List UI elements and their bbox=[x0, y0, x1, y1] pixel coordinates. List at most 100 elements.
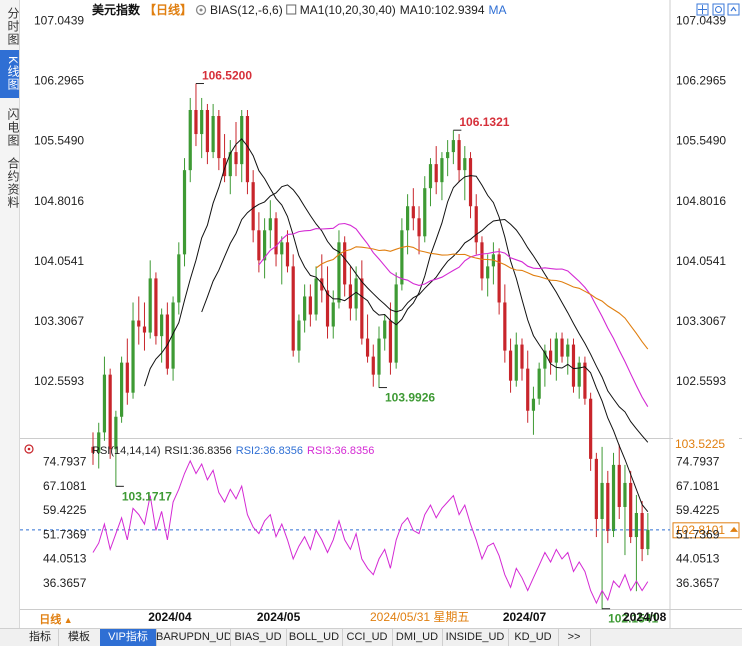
y-tick-left: 106.2965 bbox=[34, 74, 84, 88]
rsi-y-tick-right: 36.3657 bbox=[676, 576, 720, 590]
rsi2-value: RSI2:36.8356 bbox=[236, 445, 303, 457]
candle bbox=[285, 230, 290, 273]
x-tick: 2024/04 bbox=[148, 610, 192, 624]
candle bbox=[234, 122, 238, 177]
y-tick-right: 104.0541 bbox=[676, 254, 726, 268]
candle bbox=[142, 302, 147, 351]
candle bbox=[165, 302, 169, 375]
candle bbox=[194, 83, 198, 147]
candle bbox=[217, 109, 221, 171]
candle bbox=[308, 284, 312, 327]
candle bbox=[457, 134, 461, 183]
candle bbox=[503, 284, 507, 363]
candle bbox=[514, 332, 518, 387]
ma10-value: MA10:102.9394 bbox=[400, 3, 485, 17]
y-tick-right: 106.2965 bbox=[676, 74, 726, 88]
candle bbox=[606, 470, 610, 544]
extreme-annotation: 103.9926 bbox=[385, 391, 435, 405]
rsi-y-tick-left: 59.4225 bbox=[43, 503, 87, 517]
candle bbox=[211, 103, 215, 159]
candle bbox=[497, 248, 501, 315]
candle bbox=[440, 152, 444, 201]
candle bbox=[222, 134, 227, 183]
candle bbox=[594, 452, 598, 538]
candle bbox=[371, 344, 375, 387]
bias-indicator: BIAS(12,-6,6) bbox=[210, 3, 283, 17]
candle bbox=[182, 158, 187, 267]
rsi-y-tick-right: 51.7369 bbox=[676, 527, 720, 541]
candle bbox=[280, 236, 284, 285]
candle bbox=[102, 356, 107, 441]
ma-tag: MA bbox=[489, 3, 507, 17]
candle bbox=[171, 296, 175, 381]
candle bbox=[343, 236, 347, 297]
triangle-up-icon: ▲ bbox=[61, 615, 73, 625]
candle bbox=[303, 284, 307, 333]
candle bbox=[428, 158, 433, 207]
candle bbox=[263, 218, 267, 279]
candle bbox=[508, 338, 513, 393]
crosshair-date-label: 2024/05/31 星期五 bbox=[370, 610, 469, 624]
rsi-settings-icon[interactable] bbox=[24, 444, 34, 454]
y-tick-right: 105.5490 bbox=[676, 134, 726, 148]
candle bbox=[571, 338, 576, 393]
ma30-line bbox=[258, 222, 649, 407]
candle bbox=[245, 109, 250, 195]
candle bbox=[640, 500, 644, 562]
candle bbox=[560, 332, 564, 363]
chart-area: 102.8101103.5225 106.5200106.1321103.992… bbox=[20, 0, 742, 628]
collapse-icon[interactable] bbox=[727, 3, 740, 16]
candle bbox=[137, 296, 141, 345]
y-tick-right: 107.0439 bbox=[676, 14, 726, 28]
extreme-annotation: 106.1321 bbox=[459, 115, 509, 129]
candle bbox=[154, 272, 158, 345]
period-label[interactable]: 【日线】 bbox=[144, 2, 192, 17]
rsi-line bbox=[92, 459, 649, 605]
candle bbox=[531, 386, 536, 435]
candle bbox=[131, 302, 135, 399]
candle bbox=[463, 146, 467, 201]
candle bbox=[600, 446, 604, 610]
x-tick: 2024/07 bbox=[503, 610, 547, 624]
candle bbox=[200, 97, 204, 159]
period-button[interactable]: 日线 ▲ bbox=[22, 612, 90, 629]
candle bbox=[411, 188, 415, 231]
grid-icon[interactable] bbox=[696, 3, 709, 16]
candle bbox=[228, 140, 232, 195]
candle bbox=[446, 140, 450, 177]
candle bbox=[274, 212, 278, 267]
rsi-y-tick-right: 67.1081 bbox=[676, 479, 720, 493]
gear-icon[interactable] bbox=[712, 3, 725, 16]
candle bbox=[486, 254, 490, 297]
candle bbox=[314, 266, 318, 321]
candle bbox=[177, 242, 181, 315]
chart-title: 美元指数 bbox=[92, 2, 141, 17]
rsi-y-tick-left: 51.7369 bbox=[43, 527, 87, 541]
last-marker-label: 103.5225 bbox=[675, 437, 725, 451]
candle bbox=[360, 260, 364, 345]
candle bbox=[251, 170, 255, 243]
candle bbox=[348, 266, 352, 321]
candle bbox=[297, 314, 301, 363]
candle bbox=[188, 97, 192, 183]
extreme-annotation: 103.1717 bbox=[122, 489, 172, 503]
candle bbox=[583, 356, 587, 405]
y-tick-right: 104.8016 bbox=[676, 194, 726, 208]
y-tick-left: 104.8016 bbox=[34, 194, 84, 208]
settings-gear-icon[interactable] bbox=[195, 4, 207, 16]
candle bbox=[480, 236, 484, 291]
candle bbox=[549, 338, 553, 375]
candle bbox=[491, 242, 495, 285]
y-tick-right: 103.3067 bbox=[676, 314, 726, 328]
window-icon[interactable] bbox=[286, 4, 297, 15]
candle bbox=[240, 109, 244, 183]
candle bbox=[634, 494, 638, 592]
candle bbox=[646, 512, 650, 556]
extreme-annotation: 106.5200 bbox=[202, 69, 252, 83]
rsi3-value: RSI3:36.8356 bbox=[307, 445, 374, 457]
rsi-y-tick-right: 74.7937 bbox=[676, 455, 720, 469]
candle bbox=[617, 444, 621, 520]
candle bbox=[468, 152, 473, 219]
candle bbox=[388, 302, 393, 375]
candle bbox=[291, 254, 295, 357]
